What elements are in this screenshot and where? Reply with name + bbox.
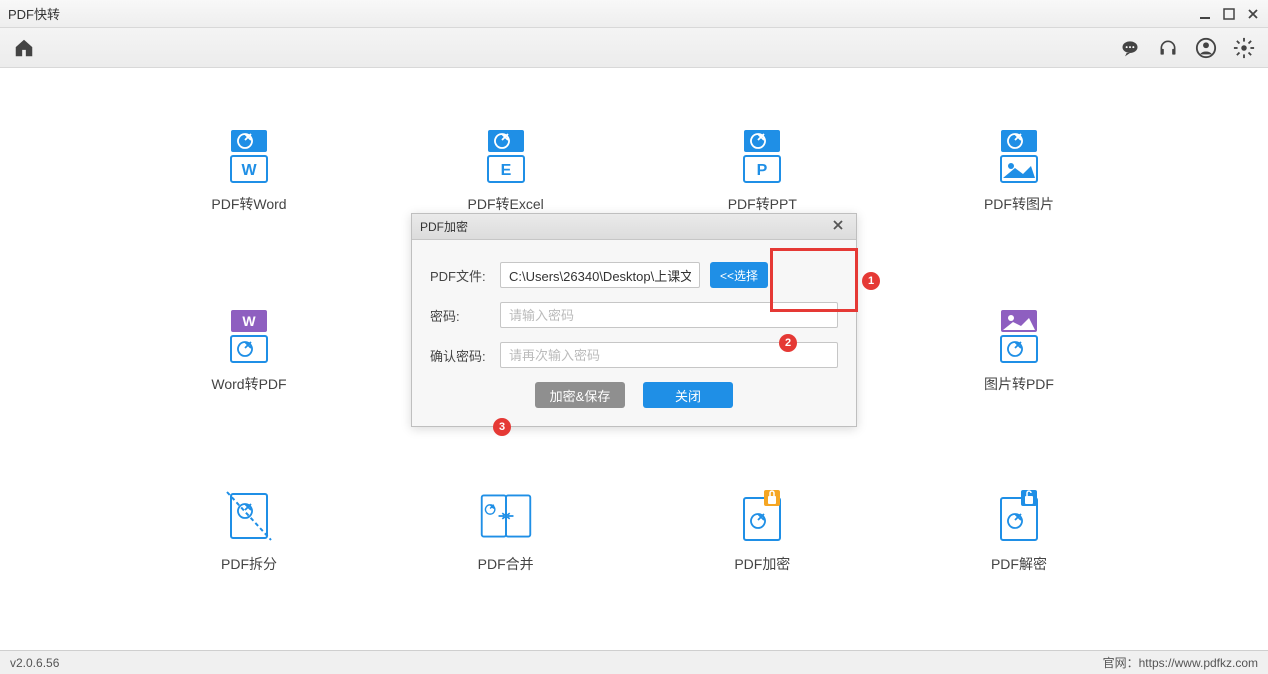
select-file-button[interactable]: <<选择	[710, 262, 768, 288]
tool-label: PDF拆分	[221, 554, 277, 574]
pdfmerge-icon	[478, 488, 534, 544]
tool-pdf2word[interactable]: W PDF转Word	[154, 128, 344, 278]
tool-label: PDF转PPT	[728, 194, 797, 214]
svg-text:W: W	[242, 313, 256, 329]
chat-icon[interactable]	[1118, 36, 1142, 60]
tool-label: PDF加密	[734, 554, 790, 574]
dialog-header: PDF加密	[412, 214, 856, 240]
tool-label: PDF转Excel	[468, 194, 544, 214]
tool-label: PDF转图片	[984, 194, 1054, 214]
maximize-button[interactable]	[1222, 7, 1236, 21]
gear-icon[interactable]	[1232, 36, 1256, 60]
toolbar	[0, 28, 1268, 68]
minimize-button[interactable]	[1198, 7, 1212, 21]
file-label: PDF文件:	[430, 266, 500, 285]
pdfdecrypt-icon	[991, 488, 1047, 544]
tool-word2pdf[interactable]: W Word转PDF	[154, 308, 344, 458]
confirm-password-label: 确认密码:	[430, 346, 500, 365]
tool-label: PDF解密	[991, 554, 1047, 574]
tool-pdfencrypt[interactable]: PDF加密	[667, 488, 857, 638]
encrypt-dialog: PDF加密 PDF文件: <<选择 密码: 确认密码: 加密&保存 关闭	[411, 213, 857, 427]
pdf2word-icon: W	[221, 128, 277, 184]
home-icon[interactable]	[12, 36, 36, 60]
headphones-icon[interactable]	[1156, 36, 1180, 60]
pdf2excel-icon: E	[478, 128, 534, 184]
website-link[interactable]: 官网：https://www.pdfkz.com	[1103, 654, 1258, 671]
window-controls	[1198, 7, 1260, 21]
version-label: v2.0.6.56	[10, 656, 1103, 670]
svg-text:W: W	[241, 162, 257, 179]
tool-pdfsplit[interactable]: PDF拆分	[154, 488, 344, 638]
encrypt-save-button[interactable]: 加密&保存	[535, 382, 625, 408]
dialog-body: PDF文件: <<选择 密码: 确认密码: 加密&保存 关闭	[412, 240, 856, 426]
svg-text:E: E	[500, 162, 511, 179]
tool-label: 图片转PDF	[984, 374, 1054, 394]
pdfsplit-icon	[221, 488, 277, 544]
tool-label: PDF转Word	[211, 194, 286, 214]
svg-text:P: P	[757, 162, 768, 179]
window-title: PDF快转	[8, 4, 1198, 23]
tool-label: PDF合并	[478, 554, 534, 574]
img2pdf-icon	[991, 308, 1047, 364]
password-label: 密码:	[430, 306, 500, 325]
tool-pdfdecrypt[interactable]: PDF解密	[924, 488, 1114, 638]
pdf2img-icon	[991, 128, 1047, 184]
pdf2ppt-icon: P	[734, 128, 790, 184]
tool-pdf2img[interactable]: PDF转图片	[924, 128, 1114, 278]
tool-img2pdf[interactable]: 图片转PDF	[924, 308, 1114, 458]
file-input[interactable]	[500, 262, 700, 288]
password-input[interactable]	[500, 302, 838, 328]
statusbar: v2.0.6.56 官网：https://www.pdfkz.com	[0, 650, 1268, 674]
dialog-title: PDF加密	[420, 218, 828, 235]
pdfencrypt-icon	[734, 488, 790, 544]
window-titlebar: PDF快转	[0, 0, 1268, 28]
confirm-password-input[interactable]	[500, 342, 838, 368]
user-icon[interactable]	[1194, 36, 1218, 60]
dialog-close-action-button[interactable]: 关闭	[643, 382, 733, 408]
word2pdf-icon: W	[221, 308, 277, 364]
tool-label: Word转PDF	[211, 374, 286, 394]
dialog-close-button[interactable]	[828, 218, 848, 236]
tool-pdfmerge[interactable]: PDF合并	[411, 488, 601, 638]
close-button[interactable]	[1246, 7, 1260, 21]
